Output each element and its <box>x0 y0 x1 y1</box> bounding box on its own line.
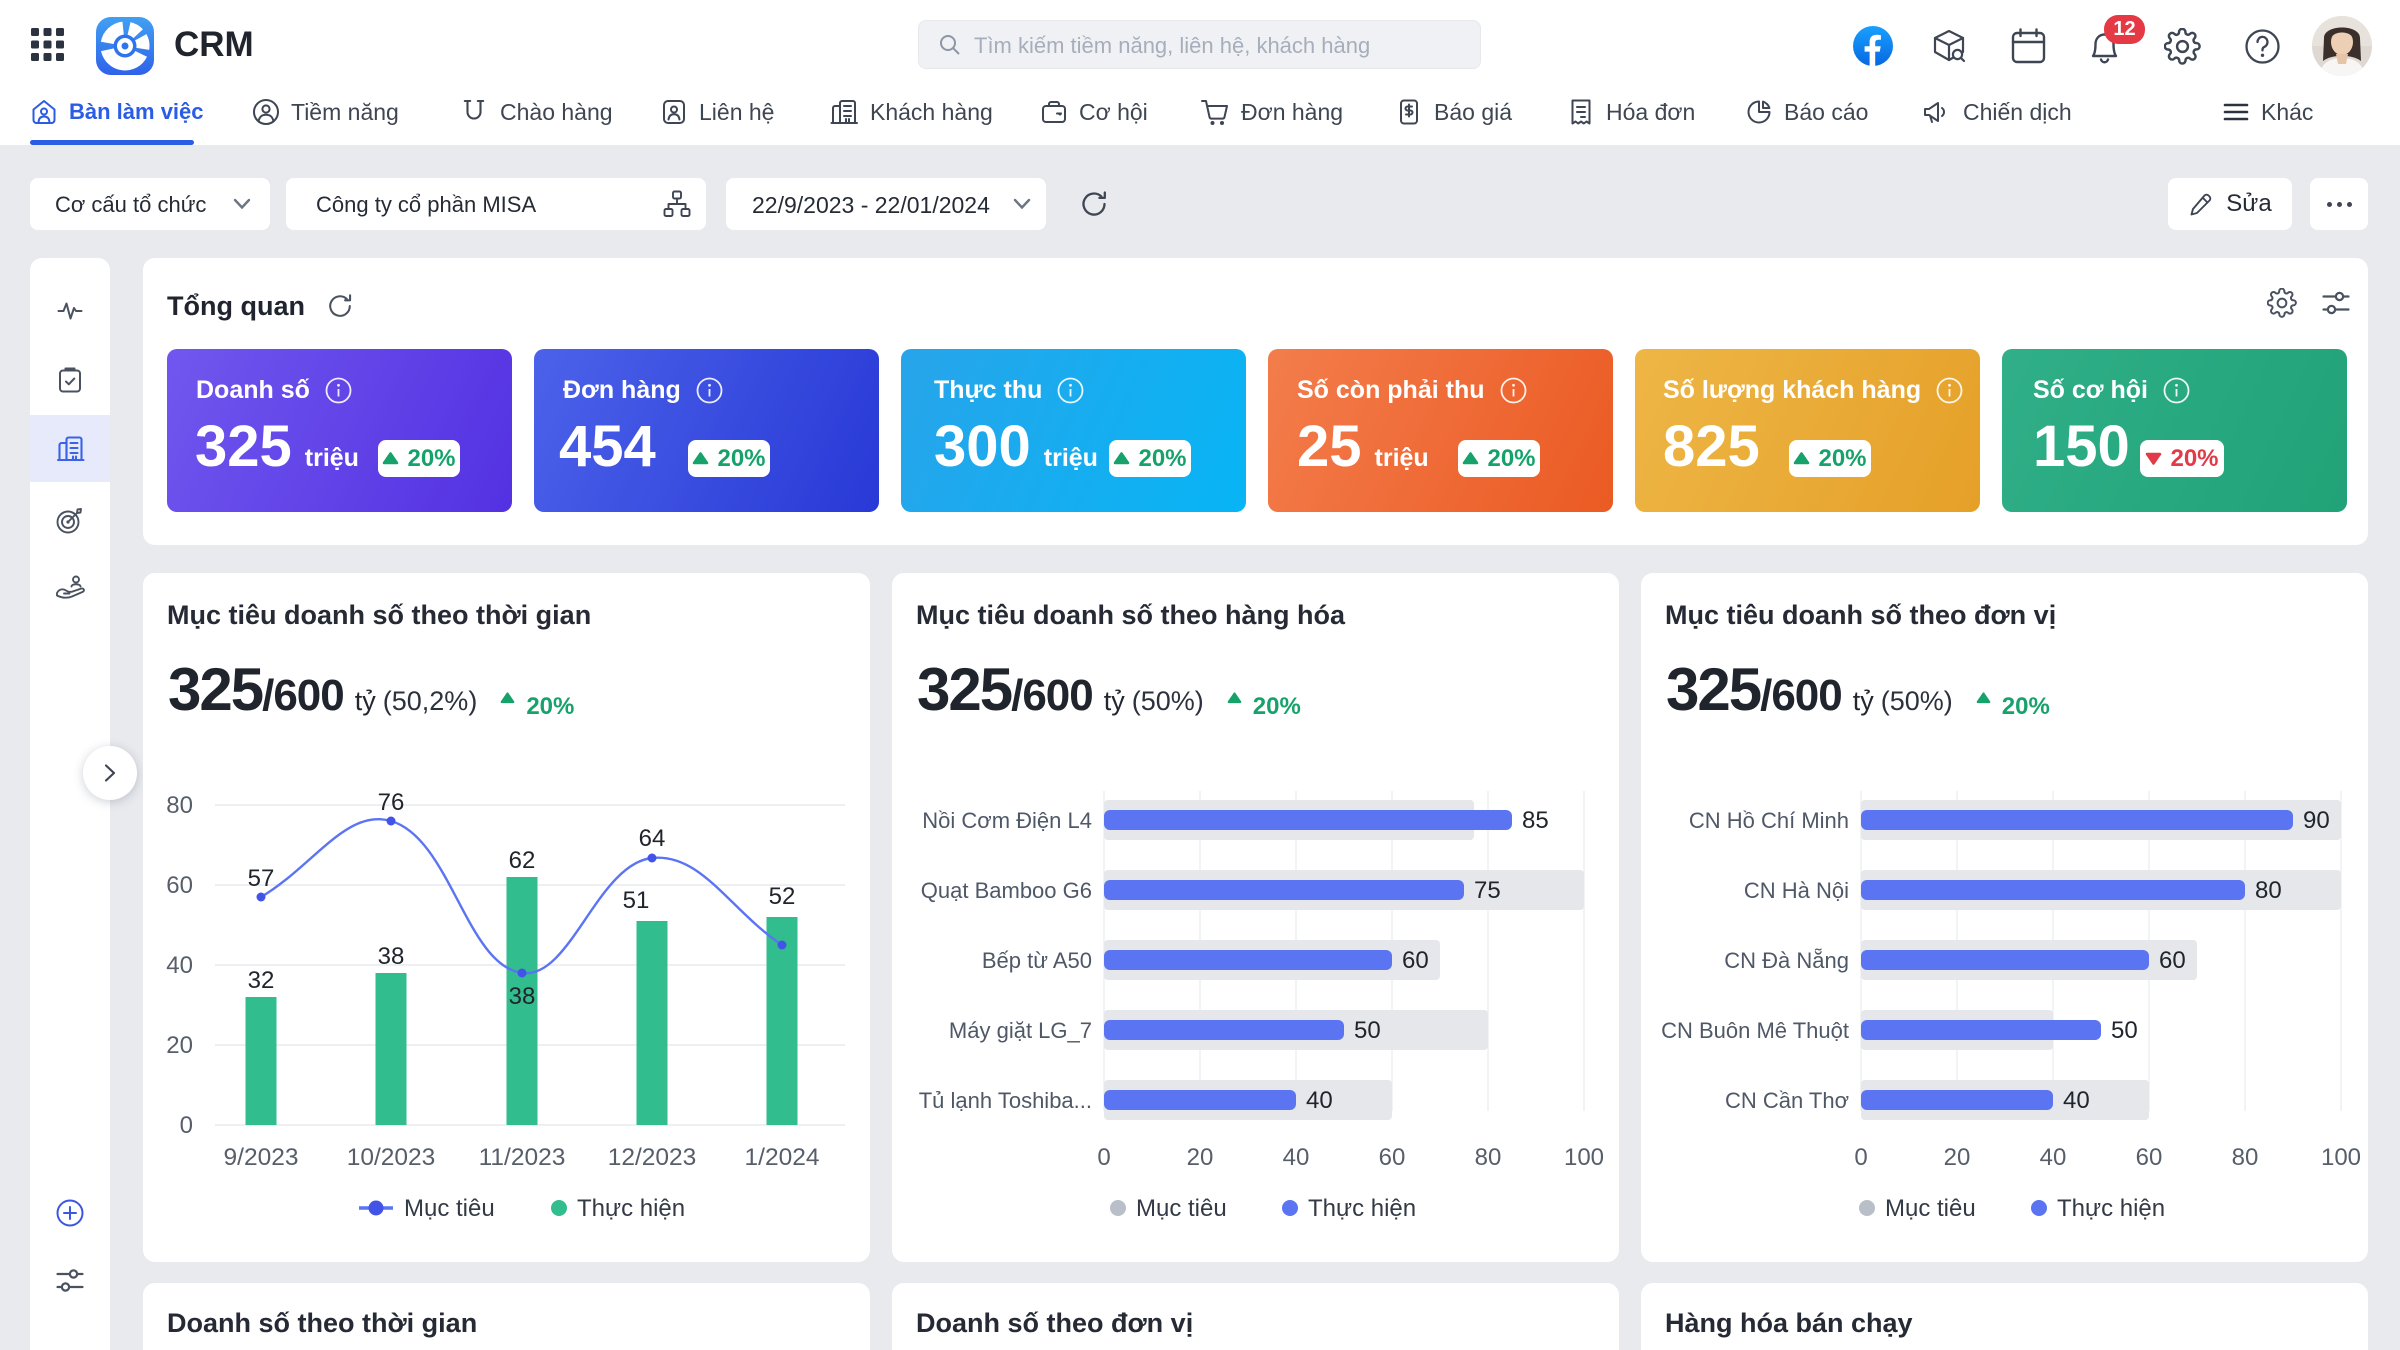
svg-text:38: 38 <box>378 943 405 970</box>
svg-text:85: 85 <box>1522 807 1549 834</box>
svg-text:Thực hiện: Thực hiện <box>2057 1195 2165 1222</box>
svg-text:Máy giặt LG_7: Máy giặt LG_7 <box>949 1018 1092 1043</box>
svg-text:Nồi Cơm Điện L4: Nồi Cơm Điện L4 <box>922 808 1092 833</box>
svg-text:Thực hiện: Thực hiện <box>1308 1195 1416 1222</box>
svg-text:76: 76 <box>378 789 405 816</box>
svg-text:Mục tiêu: Mục tiêu <box>404 1195 495 1222</box>
svg-text:0: 0 <box>180 1112 193 1139</box>
svg-text:CN Buôn Mê Thuột: CN Buôn Mê Thuột <box>1661 1018 1849 1043</box>
svg-text:0: 0 <box>1097 1144 1110 1171</box>
svg-text:80: 80 <box>2255 877 2282 904</box>
svg-text:32: 32 <box>248 967 275 994</box>
svg-text:Mục tiêu: Mục tiêu <box>1136 1195 1227 1222</box>
svg-text:40: 40 <box>1283 1144 1310 1171</box>
svg-text:CN Đà Nẵng: CN Đà Nẵng <box>1724 948 1849 973</box>
svg-text:40: 40 <box>1306 1087 1333 1114</box>
svg-text:CN Cần Thơ: CN Cần Thơ <box>1725 1088 1849 1113</box>
svg-text:1/2024: 1/2024 <box>745 1144 820 1171</box>
svg-text:40: 40 <box>2040 1144 2067 1171</box>
svg-text:51: 51 <box>623 887 650 914</box>
svg-text:9/2023: 9/2023 <box>224 1144 299 1171</box>
svg-text:11/2023: 11/2023 <box>479 1144 566 1171</box>
svg-text:60: 60 <box>2136 1144 2163 1171</box>
svg-text:50: 50 <box>2111 1017 2138 1044</box>
svg-text:60: 60 <box>1379 1144 1406 1171</box>
svg-text:Quạt Bamboo G6: Quạt Bamboo G6 <box>921 878 1092 903</box>
svg-text:Bếp từ A50: Bếp từ A50 <box>982 948 1092 973</box>
svg-text:80: 80 <box>2232 1144 2259 1171</box>
svg-text:20: 20 <box>1187 1144 1214 1171</box>
svg-text:60: 60 <box>2159 947 2186 974</box>
svg-text:80: 80 <box>166 792 193 819</box>
svg-text:100: 100 <box>2321 1144 2361 1171</box>
svg-text:90: 90 <box>2303 807 2330 834</box>
svg-text:Thực hiện: Thực hiện <box>577 1195 685 1222</box>
svg-text:Tủ lạnh Toshiba...: Tủ lạnh Toshiba... <box>919 1088 1092 1113</box>
svg-text:57: 57 <box>248 865 275 892</box>
svg-text:52: 52 <box>769 883 796 910</box>
svg-text:0: 0 <box>1854 1144 1867 1171</box>
svg-text:75: 75 <box>1474 877 1501 904</box>
svg-text:10/2023: 10/2023 <box>347 1144 436 1171</box>
svg-text:80: 80 <box>1475 1144 1502 1171</box>
svg-text:60: 60 <box>166 872 193 899</box>
svg-text:CN Hồ Chí Minh: CN Hồ Chí Minh <box>1689 808 1849 833</box>
svg-text:12/2023: 12/2023 <box>608 1144 697 1171</box>
svg-text:Mục tiêu: Mục tiêu <box>1885 1195 1976 1222</box>
svg-text:20: 20 <box>1944 1144 1971 1171</box>
svg-text:50: 50 <box>1354 1017 1381 1044</box>
svg-text:40: 40 <box>2063 1087 2090 1114</box>
svg-text:38: 38 <box>509 983 536 1010</box>
svg-text:64: 64 <box>639 825 666 852</box>
svg-text:62: 62 <box>509 847 536 874</box>
svg-text:60: 60 <box>1402 947 1429 974</box>
svg-text:100: 100 <box>1564 1144 1604 1171</box>
svg-text:CN Hà Nội: CN Hà Nội <box>1744 878 1849 903</box>
svg-text:20: 20 <box>166 1032 193 1059</box>
svg-text:40: 40 <box>166 952 193 979</box>
